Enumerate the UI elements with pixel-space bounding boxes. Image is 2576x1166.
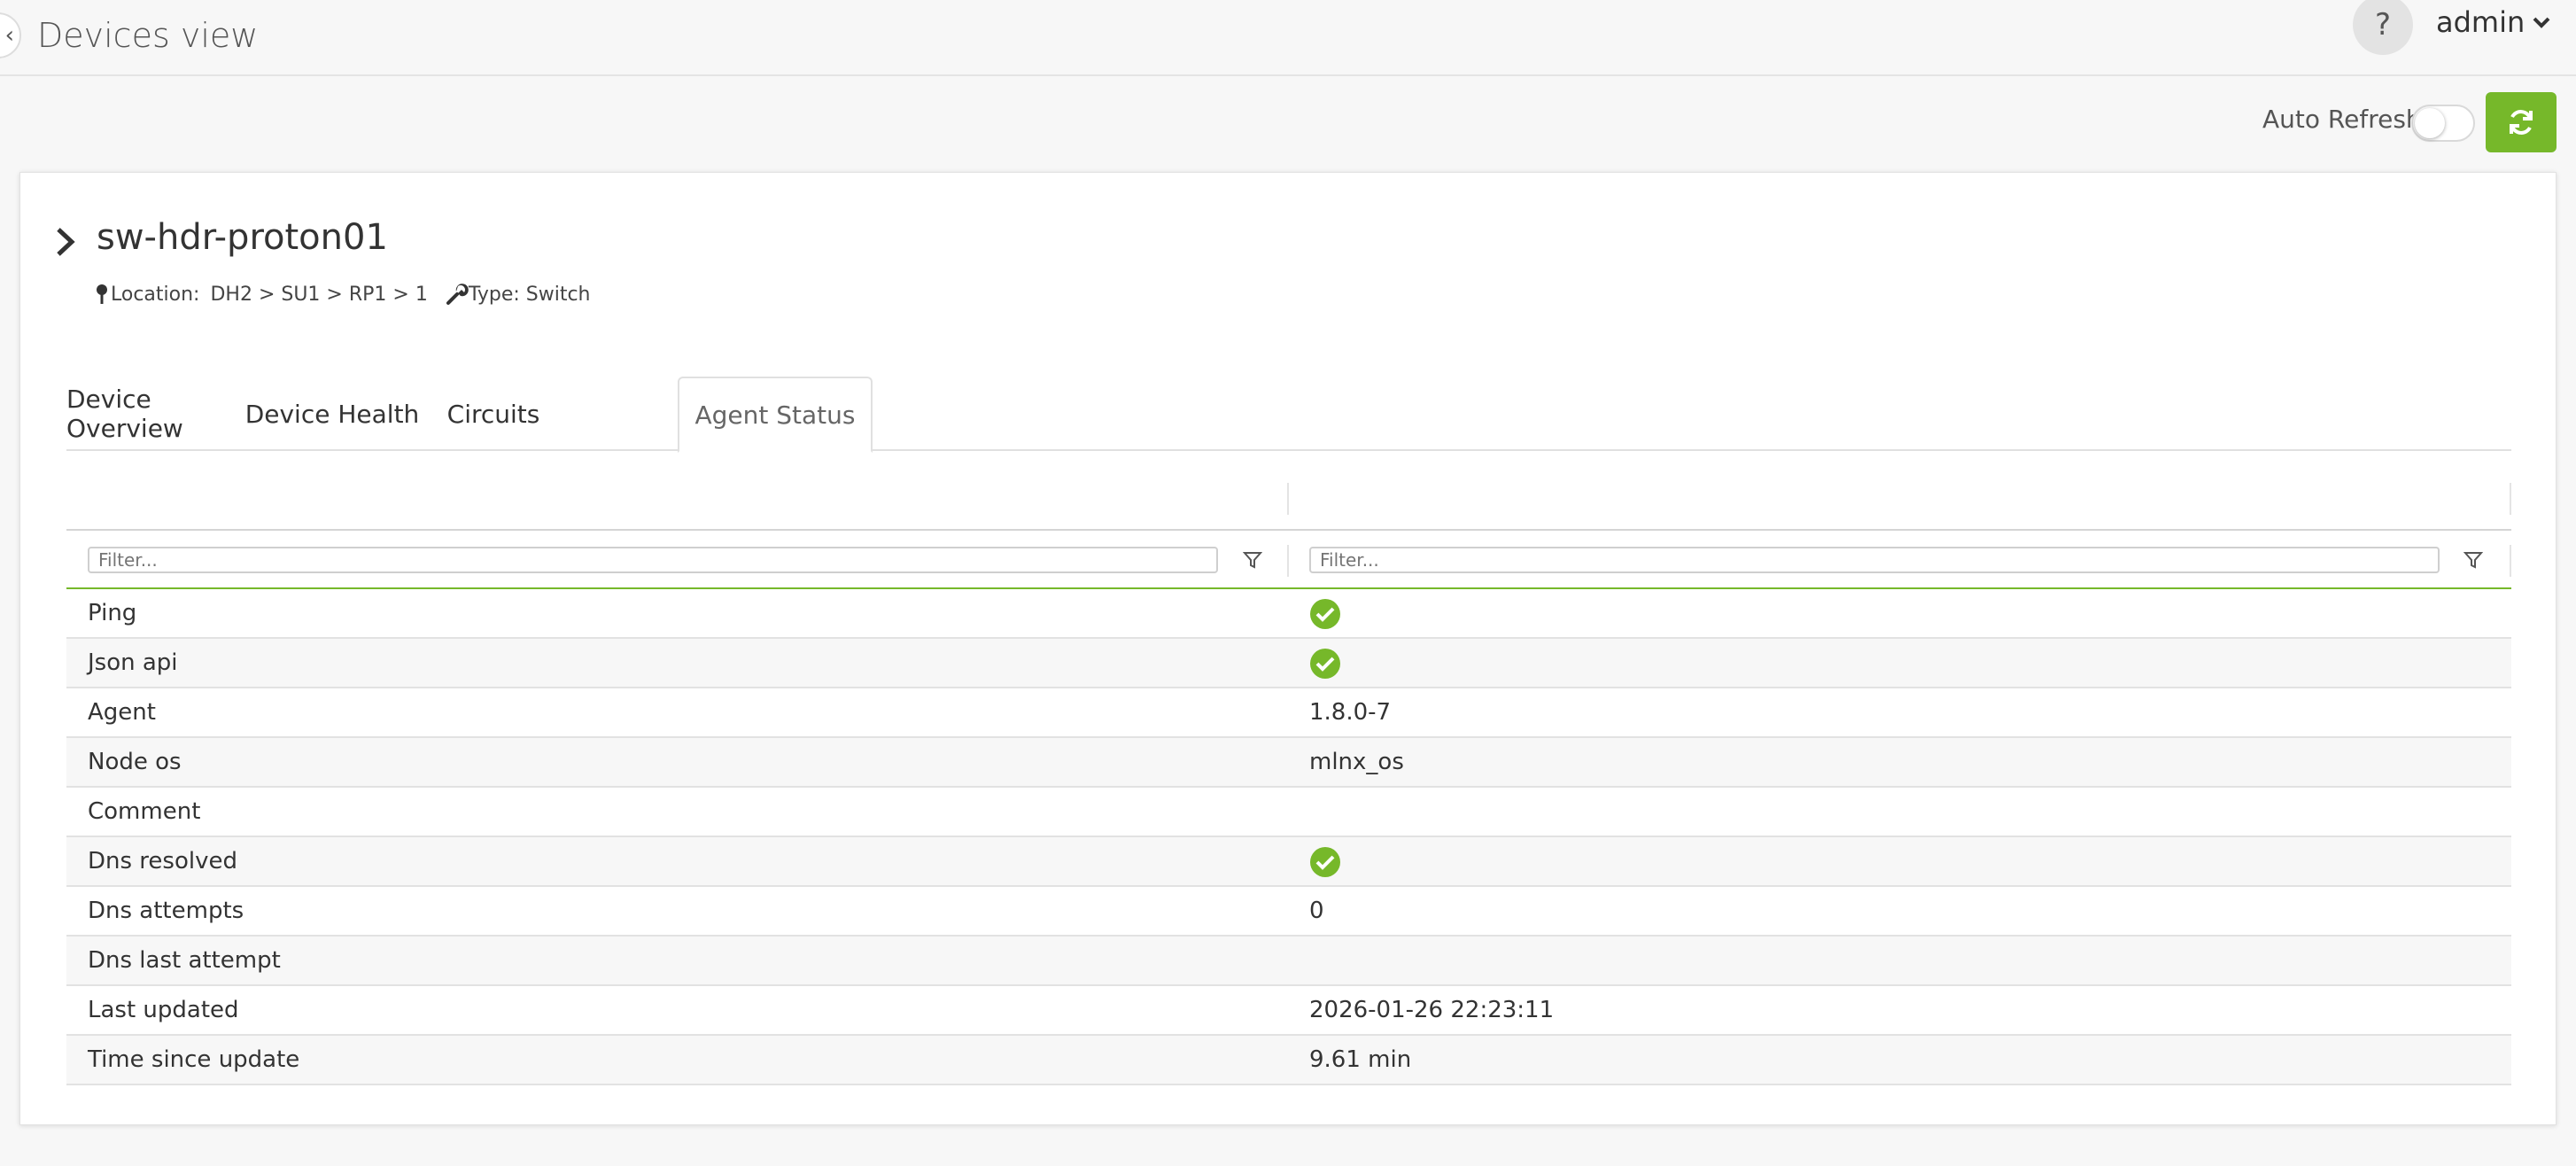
device-name: sw-hdr-proton01 — [97, 217, 388, 258]
agent-status-table: Ping Json api Agent 1.8.0-7 Node os mlnx… — [66, 483, 2511, 1085]
chevron-right-icon[interactable] — [54, 226, 77, 258]
tab-bar: Device Overview Device Health Circuits A… — [66, 377, 2511, 453]
back-button[interactable]: ‹ — [0, 12, 21, 58]
check-circle-icon — [1309, 648, 1341, 686]
row-name: Dns last attempt — [88, 947, 281, 974]
table-row: Ping — [66, 589, 2511, 639]
top-bar: ‹ Devices view ? admin — [0, 0, 2576, 76]
wrench-icon — [446, 284, 469, 305]
toggle-knob — [2415, 108, 2445, 138]
filter-icon[interactable] — [1243, 550, 1262, 570]
filter-row — [66, 531, 2511, 589]
user-menu[interactable]: admin — [2436, 5, 2551, 39]
table-row: Json api — [66, 639, 2511, 688]
user-name: admin — [2436, 5, 2526, 39]
location-label: Location: — [111, 283, 200, 306]
check-circle-icon — [1309, 598, 1341, 636]
column-separator — [1287, 545, 1289, 577]
column-separator[interactable] — [2510, 483, 2511, 515]
location-value: DH2 > SU1 > RP1 > 1 — [210, 283, 428, 306]
chevron-down-icon — [2533, 17, 2550, 28]
table-row: Dns attempts 0 — [66, 887, 2511, 937]
tab-agent-status[interactable]: Agent Status — [678, 377, 873, 453]
refresh-button[interactable] — [2486, 92, 2557, 152]
tab-circuits[interactable]: Circuits — [423, 377, 564, 451]
chevron-left-icon: ‹ — [4, 22, 14, 49]
row-name: Last updated — [88, 997, 239, 1023]
value-filter-input[interactable] — [1309, 547, 2440, 573]
row-name: Agent — [88, 699, 156, 726]
row-value: 1.8.0-7 — [1309, 699, 1392, 726]
row-value: 9.61 min — [1309, 1046, 1412, 1073]
row-name: Ping — [88, 600, 137, 626]
device-type-text: Type: Switch — [468, 283, 591, 306]
table-row: Dns resolved — [66, 837, 2511, 887]
table-row: Node os mlnx_os — [66, 738, 2511, 788]
filter-icon[interactable] — [2463, 550, 2483, 570]
table-row: Agent 1.8.0-7 — [66, 688, 2511, 738]
table-row: Comment — [66, 788, 2511, 837]
table-row: Time since update 9.61 min — [66, 1036, 2511, 1085]
device-card: sw-hdr-proton01 Location: DH2 > SU1 > RP… — [19, 172, 2557, 1125]
auto-refresh-label: Auto Refresh — [2262, 105, 2422, 134]
help-button[interactable]: ? — [2353, 0, 2413, 55]
device-meta: Location: DH2 > SU1 > RP1 > 1 Type: Swit… — [95, 283, 591, 306]
check-circle-icon — [1309, 846, 1341, 884]
auto-refresh-toggle[interactable] — [2411, 105, 2475, 142]
table-header — [66, 483, 2511, 531]
column-separator[interactable] — [1287, 483, 1289, 515]
row-name: Time since update — [88, 1046, 300, 1073]
row-name: Dns resolved — [88, 848, 237, 874]
page-title: Devices view — [37, 16, 259, 55]
row-name: Comment — [88, 798, 201, 825]
refresh-icon — [2510, 110, 2533, 135]
tab-device-overview[interactable]: Device Overview — [66, 377, 208, 451]
table-row: Last updated 2026-01-26 22:23:11 — [66, 986, 2511, 1036]
map-pin-icon — [97, 284, 107, 304]
device-type: Type: Switch — [446, 283, 591, 306]
row-name: Json api — [88, 649, 178, 676]
row-value: 2026-01-26 22:23:11 — [1309, 997, 1555, 1023]
name-filter-input[interactable] — [88, 547, 1218, 573]
row-name: Node os — [88, 749, 182, 775]
row-name: Dns attempts — [88, 898, 244, 924]
column-separator — [2510, 545, 2511, 577]
tab-device-health[interactable]: Device Health — [244, 377, 421, 451]
row-value: 0 — [1309, 898, 1324, 924]
row-value: mlnx_os — [1309, 749, 1404, 775]
table-row: Dns last attempt — [66, 937, 2511, 986]
